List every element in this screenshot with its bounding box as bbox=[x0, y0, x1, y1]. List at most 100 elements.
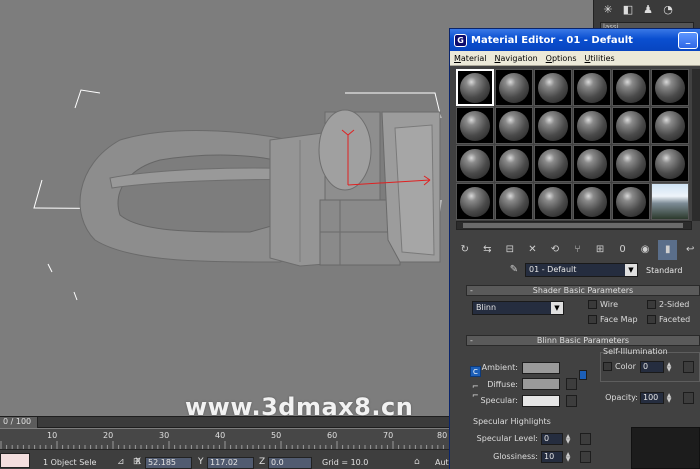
create-tab-icon[interactable]: ✳ bbox=[600, 2, 616, 18]
material-sample-slot[interactable] bbox=[651, 145, 689, 182]
tick-label: 80 bbox=[437, 431, 448, 440]
material-sample-slot[interactable] bbox=[612, 69, 650, 106]
wire-checkbox[interactable]: Wire bbox=[588, 300, 618, 309]
self-illum-color-checkbox[interactable]: Color bbox=[603, 362, 636, 371]
opacity-value[interactable]: 100 ▲ ▼ bbox=[640, 392, 671, 404]
two-sided-checkbox[interactable]: 2-Sided bbox=[647, 300, 689, 309]
assign-to-selection-icon[interactable]: ⊟ bbox=[500, 240, 520, 260]
diffuse-color-swatch[interactable] bbox=[522, 378, 560, 390]
material-preview-sphere bbox=[577, 110, 607, 141]
slots-horizontal-scrollbar[interactable] bbox=[456, 221, 692, 230]
material-sample-slot[interactable] bbox=[573, 145, 611, 182]
material-sample-slot[interactable] bbox=[612, 107, 650, 144]
reset-map-icon[interactable]: ✕ bbox=[523, 240, 543, 260]
x-coordinate-field[interactable]: 52.185 bbox=[145, 457, 192, 469]
menu-options[interactable]: Options bbox=[546, 54, 577, 63]
hierarchy-tab-icon[interactable]: ♟ bbox=[640, 2, 656, 18]
material-sample-slot[interactable] bbox=[495, 107, 533, 144]
material-sample-slot[interactable] bbox=[456, 107, 494, 144]
material-sample-slot[interactable] bbox=[495, 183, 533, 220]
checkbox-box[interactable] bbox=[588, 315, 597, 324]
self-illum-value-text: 0 bbox=[643, 362, 649, 371]
diffuse-map-button[interactable] bbox=[566, 378, 577, 390]
shader-basic-rollout-header[interactable]: - Shader Basic Parameters bbox=[466, 285, 700, 296]
maxscript-listener-swatch[interactable] bbox=[0, 453, 30, 468]
put-to-scene-icon[interactable]: ⇆ bbox=[478, 240, 498, 260]
menu-utilities[interactable]: Utilities bbox=[585, 54, 615, 63]
material-sample-slot[interactable] bbox=[534, 107, 572, 144]
material-sample-slot[interactable] bbox=[495, 145, 533, 182]
eyedropper-icon[interactable]: ✎ bbox=[507, 263, 521, 277]
selection-lock-icon[interactable]: ⊿ bbox=[117, 457, 125, 467]
checkbox-box[interactable] bbox=[603, 362, 612, 371]
self-illum-map-button[interactable] bbox=[683, 361, 694, 373]
time-tag-icon[interactable]: ⌂ bbox=[414, 457, 420, 467]
scroll-thumb[interactable] bbox=[463, 223, 683, 228]
go-to-parent-icon[interactable]: ↩ bbox=[680, 240, 700, 260]
z-coordinate-field[interactable]: 0.0 bbox=[268, 457, 312, 469]
frame-slider-thumb[interactable]: 0 / 100 bbox=[0, 417, 38, 428]
blinn-basic-rollout-header[interactable]: - Blinn Basic Parameters bbox=[466, 335, 700, 346]
material-sample-slot[interactable] bbox=[573, 69, 611, 106]
time-slider[interactable]: 0 / 100 bbox=[0, 416, 449, 428]
material-sample-slot[interactable] bbox=[534, 183, 572, 220]
motion-tab-icon[interactable]: ◔ bbox=[660, 2, 676, 18]
material-sample-slot[interactable] bbox=[456, 69, 494, 106]
specular-map-button[interactable] bbox=[566, 395, 577, 407]
chevron-down-icon[interactable]: ▼ bbox=[625, 264, 637, 276]
material-sample-slot[interactable] bbox=[651, 69, 689, 106]
checkbox-box[interactable] bbox=[647, 315, 656, 324]
faceted-checkbox[interactable]: Faceted bbox=[647, 315, 690, 324]
material-sample-slot[interactable] bbox=[534, 69, 572, 106]
make-unique-icon[interactable]: ⑂ bbox=[568, 240, 588, 260]
make-copy-icon[interactable]: ⟲ bbox=[545, 240, 565, 260]
slots-vertical-scrollbar[interactable] bbox=[692, 69, 700, 221]
z-coordinate-label: Z bbox=[259, 457, 266, 467]
opacity-map-button[interactable] bbox=[683, 392, 694, 404]
chevron-down-icon[interactable]: ▼ bbox=[551, 302, 563, 314]
put-to-library-icon[interactable]: ⊞ bbox=[590, 240, 610, 260]
material-editor-titlebar[interactable]: G Material Editor - 01 - Default _ bbox=[450, 29, 700, 51]
modify-tab-icon[interactable]: ◧ bbox=[620, 2, 636, 18]
face-map-checkbox[interactable]: Face Map bbox=[588, 315, 638, 324]
get-material-icon[interactable]: ↻ bbox=[455, 240, 475, 260]
minimize-button[interactable]: _ bbox=[678, 31, 698, 49]
track-bar[interactable]: 10 20 30 40 50 60 70 80 bbox=[0, 429, 449, 449]
material-sample-slot[interactable] bbox=[612, 145, 650, 182]
spinner-arrows-icon[interactable]: ▲ ▼ bbox=[564, 434, 572, 445]
material-sample-slot[interactable] bbox=[456, 183, 494, 220]
self-illum-value[interactable]: 0 ▲ ▼ bbox=[640, 361, 671, 373]
spinner-arrows-icon[interactable]: ▲ ▼ bbox=[665, 393, 673, 404]
material-effects-channel-icon[interactable]: 0 bbox=[613, 240, 633, 260]
menu-material[interactable]: Material bbox=[454, 54, 487, 63]
spinner-arrows-icon[interactable]: ▲ ▼ bbox=[564, 452, 572, 463]
material-sample-slot[interactable] bbox=[573, 183, 611, 220]
shader-type-dropdown[interactable]: Blinn ▼ bbox=[472, 301, 564, 315]
glossiness-map-button[interactable] bbox=[580, 451, 591, 463]
specular-level-map-button[interactable] bbox=[580, 433, 591, 445]
material-name-dropdown[interactable]: 01 - Default ▼ bbox=[525, 263, 638, 277]
checkbox-box[interactable] bbox=[588, 300, 597, 309]
face-map-label: Face Map bbox=[600, 315, 638, 324]
material-sample-slot[interactable] bbox=[651, 107, 689, 144]
auto-key-button[interactable]: Aut bbox=[435, 458, 449, 467]
ambient-color-swatch[interactable] bbox=[522, 362, 560, 374]
material-sample-slot[interactable] bbox=[534, 145, 572, 182]
specular-level-spinner[interactable]: 0 ▲ ▼ bbox=[541, 433, 570, 445]
material-sample-slot[interactable] bbox=[573, 107, 611, 144]
material-sample-slot[interactable] bbox=[612, 183, 650, 220]
spinner-arrows-icon[interactable]: ▲ ▼ bbox=[665, 362, 673, 373]
checkbox-box[interactable] bbox=[647, 300, 656, 309]
material-sample-slot[interactable] bbox=[495, 69, 533, 106]
show-end-result-icon[interactable]: ▮ bbox=[657, 240, 678, 260]
menu-navigation[interactable]: Navigation bbox=[495, 54, 538, 63]
material-sample-slot[interactable] bbox=[456, 145, 494, 182]
material-editor-toolbar: ↻ ⇆ ⊟ ✕ ⟲ ⑂ ⊞ 0 ◉ ▮ ↩ bbox=[455, 240, 700, 260]
y-coordinate-field[interactable]: 117.02 bbox=[207, 457, 254, 469]
lock-ambient-diffuse-icon[interactable] bbox=[579, 370, 587, 380]
glossiness-spinner[interactable]: 10 ▲ ▼ bbox=[541, 451, 570, 463]
material-sample-slot[interactable] bbox=[651, 183, 689, 220]
specular-color-swatch[interactable] bbox=[522, 395, 560, 407]
material-type-button[interactable]: Standard bbox=[646, 266, 682, 275]
show-map-icon[interactable]: ◉ bbox=[635, 240, 655, 260]
